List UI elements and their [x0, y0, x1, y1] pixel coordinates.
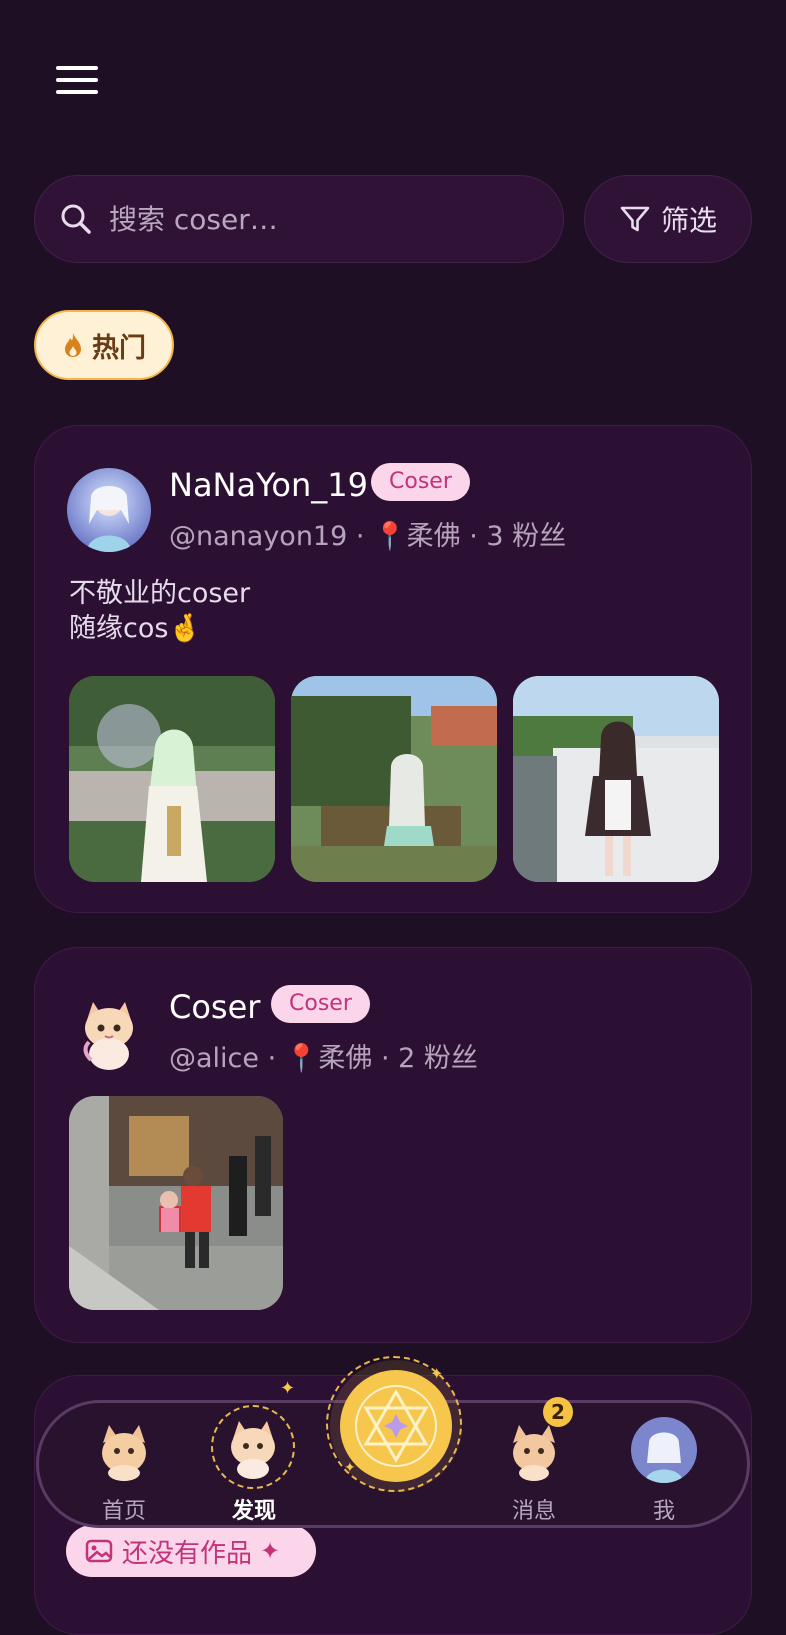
post-photo[interactable]: [69, 676, 275, 882]
profile-avatar: [631, 1417, 697, 1483]
location-pin-icon: 📍: [373, 521, 407, 552]
menu-button[interactable]: [56, 64, 98, 96]
tab-hot-label: 热门: [92, 332, 146, 364]
nav-home-label: 首页: [101, 1499, 146, 1524]
avatar[interactable]: [67, 990, 151, 1074]
home-cat-icon: [91, 1417, 157, 1483]
discover-cat-icon: [211, 1405, 295, 1489]
post-card[interactable]: NaNaYon_19 Coser @nanayon19 · 📍柔佛 · 3 粉丝…: [34, 425, 752, 913]
nav-messages-label: 消息: [511, 1499, 556, 1524]
no-works-badge: 还没有作品 ✦: [66, 1525, 316, 1577]
filter-icon: [620, 206, 650, 232]
user-location: 柔佛: [406, 521, 461, 552]
search-bar[interactable]: [34, 175, 564, 263]
user-bio: 不敬业的coser 随缘cos🤞: [69, 576, 250, 646]
user-meta: @alice · 📍柔佛 · 2 粉丝: [169, 1043, 478, 1074]
sparkle-icon: ✦: [280, 1378, 296, 1399]
post-photo[interactable]: [69, 1096, 283, 1310]
post-card[interactable]: Coser Coser @alice · 📍柔佛 · 2 粉丝: [34, 947, 752, 1343]
user-handle: @nanayon19: [169, 521, 348, 552]
user-handle: @alice: [169, 1043, 260, 1074]
sparkle-icon: ✦: [430, 1364, 444, 1383]
user-meta: @nanayon19 · 📍柔佛 · 3 粉丝: [169, 521, 567, 552]
flame-icon: [65, 333, 81, 357]
filter-button[interactable]: 筛选: [584, 175, 752, 263]
role-badge: Coser: [371, 463, 470, 501]
messages-count-badge: 2: [543, 1397, 573, 1427]
tab-hot[interactable]: 热门: [34, 310, 174, 380]
bio-line: 随缘cos🤞: [69, 613, 203, 644]
nav-messages[interactable]: 2 消息: [479, 1397, 589, 1527]
post-photo[interactable]: [513, 676, 719, 882]
nav-me[interactable]: 我: [609, 1403, 719, 1527]
follower-count: 2 粉丝: [398, 1043, 478, 1074]
bio-line: 不敬业的coser: [69, 578, 251, 609]
hexagram-icon: [355, 1385, 437, 1467]
filter-label: 筛选: [660, 204, 717, 237]
sparkle-icon: ✦: [344, 1460, 356, 1476]
user-name[interactable]: NaNaYon_19: [169, 466, 368, 504]
sparkle-icon: ✦: [260, 1537, 281, 1565]
create-button[interactable]: [340, 1370, 452, 1482]
nav-me-label: 我: [652, 1499, 675, 1524]
avatar[interactable]: [67, 468, 151, 552]
image-icon: [85, 1539, 113, 1563]
hamburger-menu-icon: [56, 66, 98, 70]
role-badge: Coser: [271, 985, 370, 1023]
post-photo[interactable]: [291, 676, 497, 882]
search-input[interactable]: [107, 201, 563, 237]
nav-discover-label: 发现: [231, 1499, 276, 1524]
user-name[interactable]: Coser: [169, 988, 260, 1026]
search-icon: [61, 204, 91, 234]
location-pin-icon: 📍: [284, 1043, 319, 1074]
nav-home[interactable]: 首页: [69, 1403, 179, 1527]
no-works-label: 还没有作品: [122, 1538, 253, 1569]
follower-count: 3 粉丝: [486, 521, 567, 552]
nav-discover[interactable]: 发现: [199, 1403, 309, 1527]
user-location: 柔佛: [318, 1043, 373, 1074]
